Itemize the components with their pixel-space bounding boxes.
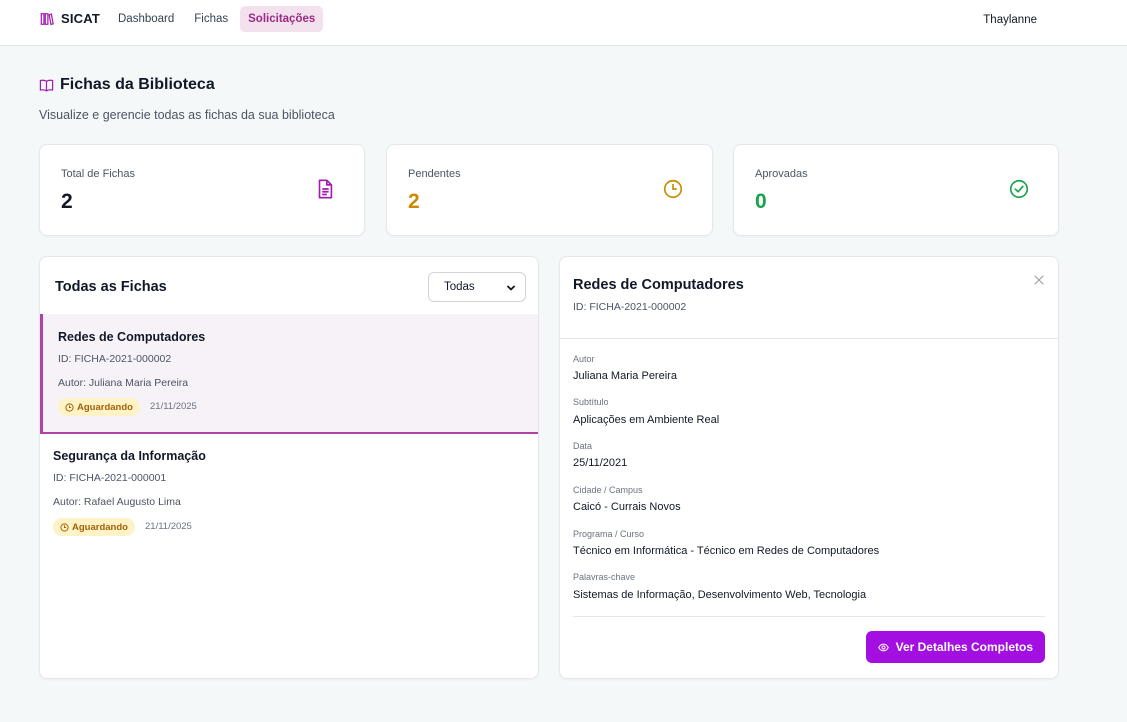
check-circle-icon <box>1009 179 1029 199</box>
list-title: Todas as Fichas <box>55 279 167 295</box>
field-label-programa: Programa / Curso <box>573 529 645 539</box>
field-label-data: Data <box>573 441 593 451</box>
document-icon <box>318 179 333 199</box>
divider <box>573 616 1045 617</box>
status-badge-label: Aguardando <box>77 401 133 413</box>
ficha-title: Redes de Computadores <box>58 330 206 344</box>
clock-icon <box>60 522 69 532</box>
page-title: Fichas da Biblioteca <box>39 76 215 94</box>
list-item[interactable]: Segurança da Informação ID: FICHA-2021-0… <box>40 434 538 544</box>
eye-icon <box>877 643 889 651</box>
ficha-date: 21/11/2025 <box>150 401 197 412</box>
brand-name: SICAT <box>61 11 101 26</box>
field-value-autor: Juliana Maria Pereira <box>573 370 677 382</box>
field-label-autor: Autor <box>573 354 595 364</box>
stat-card-aprovadas: Aprovadas 0 <box>733 144 1059 236</box>
status-filter-value: Todas <box>444 281 475 293</box>
main-nav: Dashboard Fichas Solicitações <box>110 6 324 32</box>
brand[interactable]: SICAT <box>40 11 100 26</box>
status-badge: Aguardando <box>53 518 135 536</box>
detail-title: Redes de Computadores <box>573 277 744 293</box>
ficha-author: Autor: Juliana Maria Pereira <box>58 377 189 389</box>
stat-card-pendentes: Pendentes 2 <box>386 144 713 236</box>
view-details-button[interactable]: Ver Detalhes Completos <box>865 631 1045 663</box>
field-value-data: 25/11/2021 <box>573 457 628 469</box>
page-title-text: Fichas da Biblioteca <box>60 76 215 93</box>
top-navbar: SICAT Dashboard Fichas Solicitações Thay… <box>0 0 1127 46</box>
page-subtitle: Visualize e gerencie todas as fichas da … <box>39 108 335 122</box>
page-header: Fichas da Biblioteca <box>39 76 215 94</box>
divider <box>560 338 1058 339</box>
field-value-cidade: Caicó - Currais Novos <box>573 501 681 513</box>
ficha-title: Segurança da Informação <box>53 449 206 463</box>
view-details-label: Ver Detalhes Completos <box>895 640 1033 654</box>
stat-label: Aprovadas <box>755 168 808 180</box>
chevron-down-icon <box>507 285 515 291</box>
field-label-cidade: Cidade / Campus <box>573 485 643 495</box>
stat-label: Pendentes <box>408 168 461 180</box>
stat-value: 2 <box>408 190 420 213</box>
ficha-detail-panel: Redes de Computadores ID: FICHA-2021-000… <box>559 256 1059 679</box>
user-menu[interactable]: Thaylanne <box>983 14 1037 26</box>
list-item[interactable]: Redes de Computadores ID: FICHA-2021-000… <box>40 314 538 434</box>
field-label-palavras-chave: Palavras-chave <box>573 572 636 582</box>
status-badge: Aguardando <box>58 398 140 416</box>
status-badge-label: Aguardando <box>72 521 128 533</box>
ficha-author: Autor: Rafael Augusto Lima <box>53 496 181 508</box>
nav-solicitacoes[interactable]: Solicitações <box>240 6 324 32</box>
ficha-id: ID: FICHA-2021-000001 <box>53 472 167 484</box>
library-icon <box>40 12 54 25</box>
ficha-id: ID: FICHA-2021-000002 <box>58 353 172 365</box>
field-label-subtitulo: Subtítulo <box>573 397 609 407</box>
stat-value: 0 <box>755 190 767 213</box>
status-filter-select[interactable]: Todas <box>428 272 526 302</box>
clock-icon <box>663 179 683 199</box>
close-icon[interactable] <box>1033 274 1045 286</box>
nav-dashboard[interactable]: Dashboard <box>110 6 182 32</box>
stat-value: 2 <box>61 190 73 213</box>
stat-card-total: Total de Fichas 2 <box>39 144 365 236</box>
field-value-programa: Técnico em Informática - Técnico em Rede… <box>573 545 880 557</box>
nav-fichas[interactable]: Fichas <box>186 6 236 32</box>
fichas-list-panel: Todas as Fichas Todas Redes de Computado… <box>39 256 539 679</box>
field-value-subtitulo: Aplicações em Ambiente Real <box>573 414 720 426</box>
stat-label: Total de Fichas <box>61 168 135 180</box>
field-value-palavras-chave: Sistemas de Informação, Desenvolvimento … <box>573 589 867 601</box>
detail-id: ID: FICHA-2021-000002 <box>573 301 687 313</box>
ficha-date: 21/11/2025 <box>145 521 192 532</box>
clock-icon <box>65 402 74 412</box>
open-book-icon <box>39 79 54 92</box>
